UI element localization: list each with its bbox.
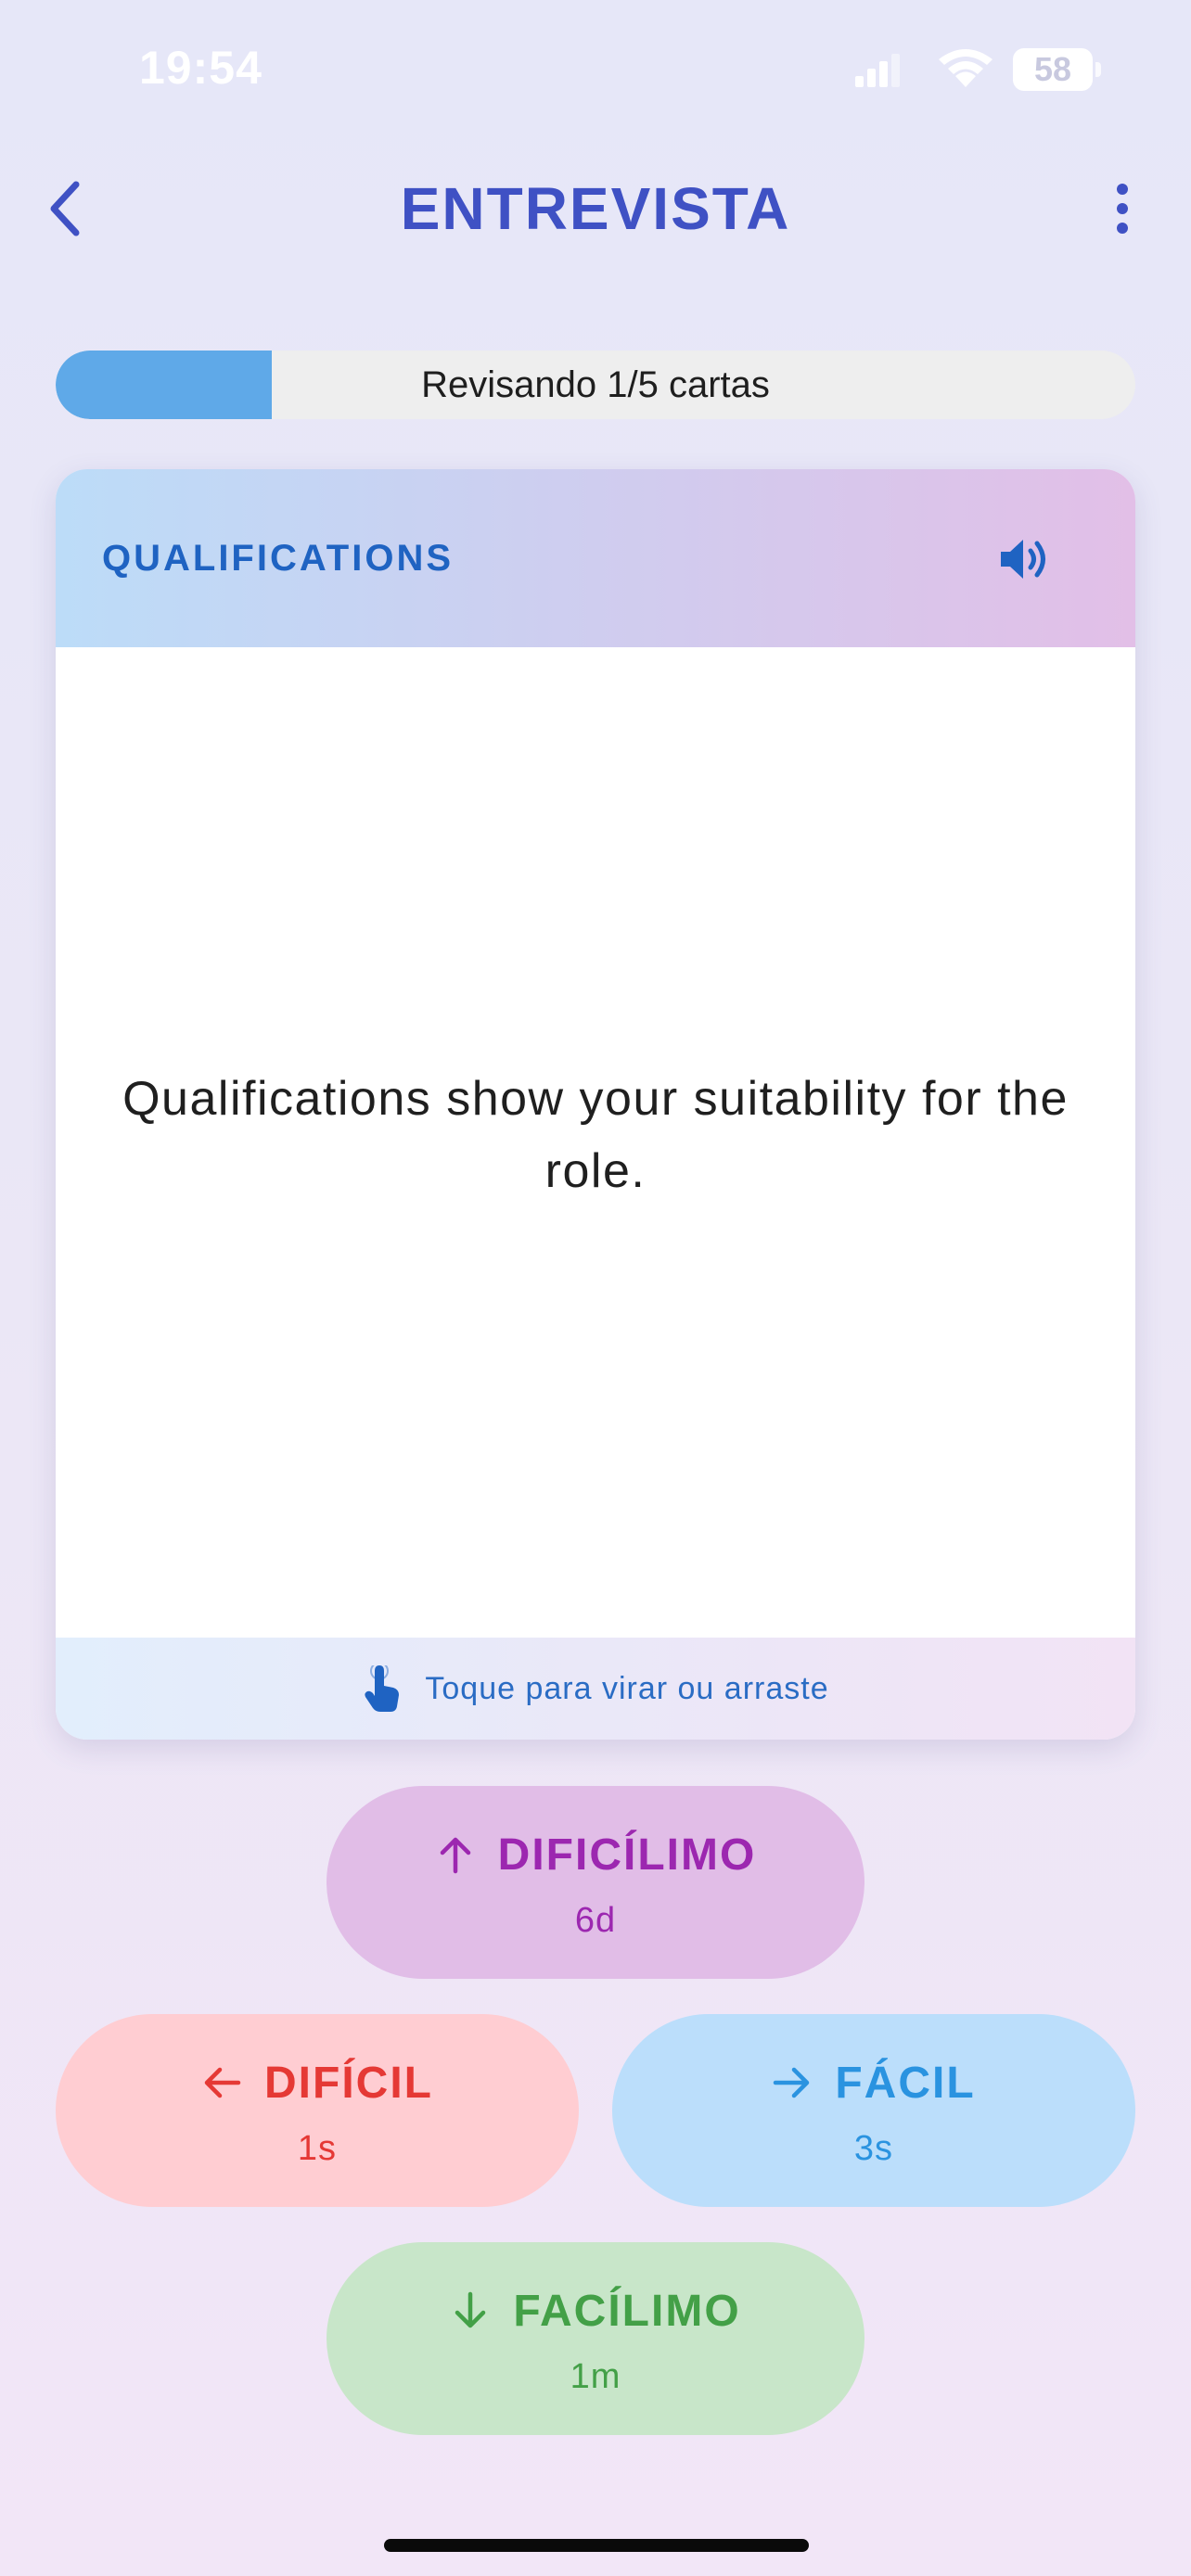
more-options-button[interactable] [1085, 167, 1159, 250]
status-bar: 19:54 58 [0, 0, 1191, 139]
facil-interval: 3s [853, 2129, 894, 2168]
wifi-icon [939, 49, 992, 87]
tap-hand-icon [365, 1665, 400, 1712]
home-indicator[interactable] [384, 2539, 809, 2552]
chevron-left-icon [50, 181, 80, 236]
card-text: Qualifications show your suitability for… [122, 1072, 1069, 1198]
arrow-right-icon [774, 2067, 810, 2098]
progress-bar: Revisando 1/5 cartas [56, 351, 1135, 419]
facilimo-label: FACÍLIMO [513, 2286, 741, 2336]
arrow-up-icon [440, 1837, 470, 1874]
facilimo-interval: 1m [570, 2357, 621, 2396]
progress-label: Revisando 1/5 cartas [421, 364, 770, 405]
card-header: QUALIFICATIONS [56, 469, 1135, 647]
back-button[interactable] [28, 167, 102, 250]
speaker-icon [1001, 540, 1045, 579]
dificil-interval: 1s [297, 2129, 338, 2168]
battery-level: 58 [1013, 48, 1093, 91]
page-title: ENTREVISTA [400, 175, 791, 242]
dificilimo-label: DIFICÍLIMO [497, 1830, 757, 1880]
battery-icon: 58 [1013, 48, 1102, 91]
facilimo-button[interactable]: FACÍLIMO 1m [327, 2242, 864, 2435]
card-footer: Toque para virar ou arraste [56, 1638, 1135, 1740]
speak-button[interactable] [992, 527, 1057, 592]
card-hint: Toque para virar ou arraste [425, 1670, 829, 1706]
dificil-button[interactable]: DIFÍCIL 1s [56, 2014, 579, 2207]
card-category: QUALIFICATIONS [102, 538, 455, 579]
dificilimo-interval: 6d [574, 1901, 617, 1940]
dificilimo-button[interactable]: DIFICÍLIMO 6d [327, 1786, 864, 1979]
facil-label: FÁCIL [835, 2058, 976, 2108]
arrow-down-icon [455, 2291, 486, 2328]
more-vertical-icon [1117, 184, 1128, 234]
signal-icon [855, 54, 900, 87]
status-time: 19:54 [139, 42, 263, 94]
dificil-label: DIFÍCIL [264, 2058, 433, 2108]
flashcard[interactable]: QUALIFICATIONS Qualifications show your … [56, 469, 1135, 1740]
arrow-left-icon [204, 2067, 241, 2098]
facil-button[interactable]: FÁCIL 3s [612, 2014, 1135, 2207]
